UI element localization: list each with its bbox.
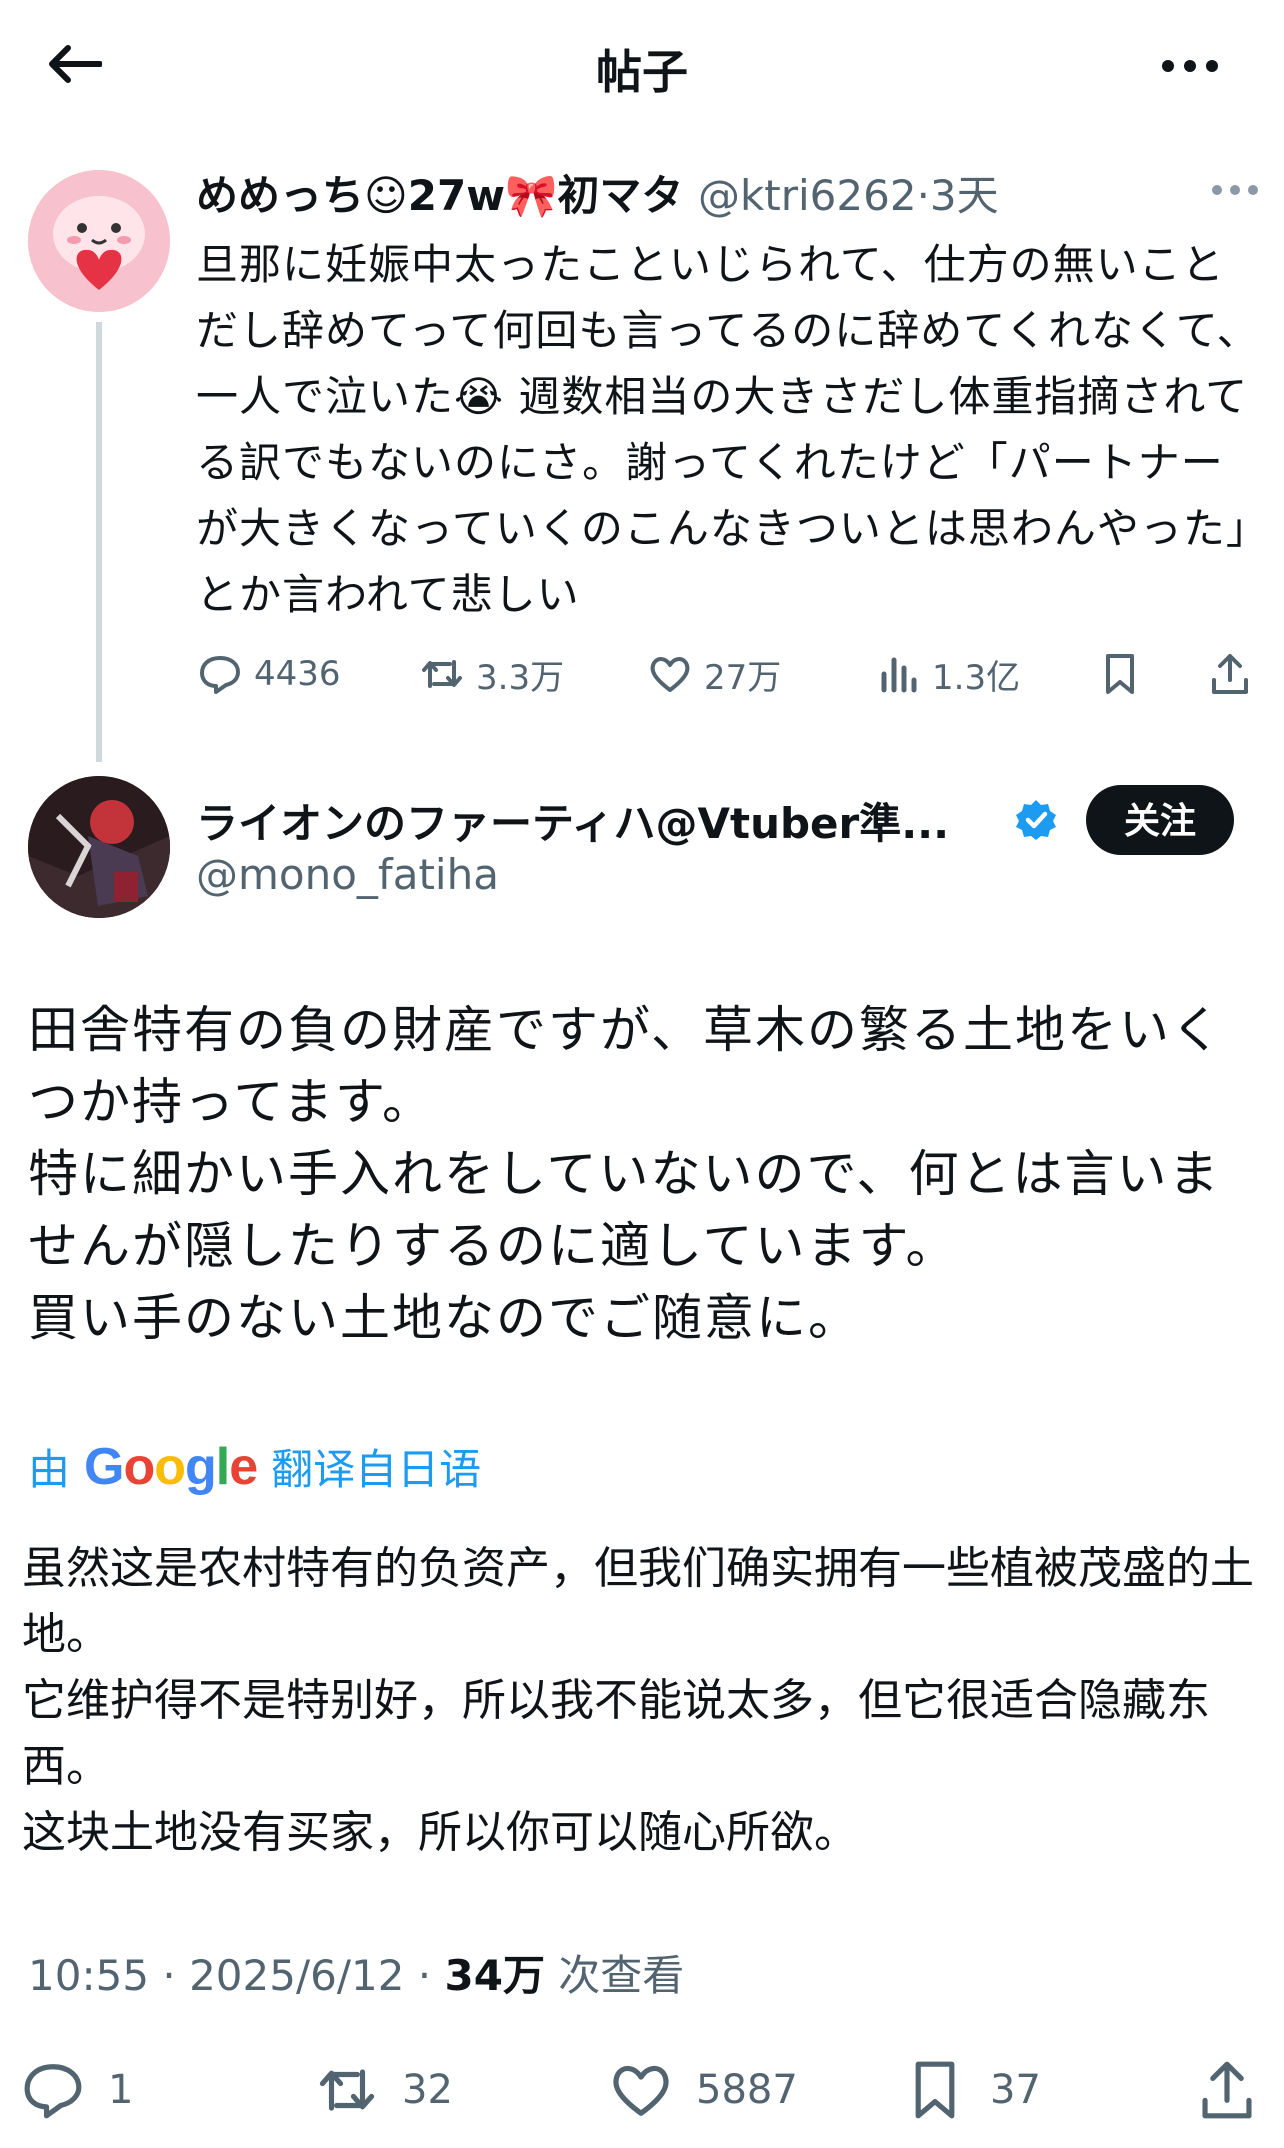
verified-icon [1016, 800, 1056, 840]
retweet-count: 3.3万 [476, 657, 565, 698]
translation-attribution[interactable]: 由 Google 翻译自日语 [28, 1436, 481, 1497]
like-count: 27万 [704, 657, 782, 698]
bookmark-icon [915, 2061, 955, 2119]
avatar[interactable] [28, 776, 170, 918]
reply-icon [200, 656, 240, 694]
tweet-more-button[interactable] [1210, 180, 1260, 200]
translated-text: 虽然这是农村特有的负资产，但我们确实拥有一些植被茂盛的土地。 它维护得不是特别好… [22, 1543, 1254, 1858]
retweet-count: 32 [402, 2067, 453, 2113]
views-count: 1.3亿 [932, 657, 1021, 698]
reply-count: 1 [108, 2067, 134, 2113]
author-handle[interactable]: @mono_fatiha [196, 850, 499, 899]
bookmark-count: 37 [990, 2067, 1041, 2113]
bookmark-button[interactable]: 37 [904, 2050, 1041, 2130]
thread-line [96, 322, 102, 762]
avatar-illustration [28, 776, 170, 918]
more-icon [1162, 60, 1218, 72]
view-label: 次查看 [544, 1951, 685, 2000]
avatar-illustration [28, 170, 170, 312]
like-count: 5887 [696, 2067, 798, 2113]
display-name[interactable]: ライオンのファーティハ@Vtuber準... [196, 790, 949, 851]
tweet-text: 田舎特有の負の財産ですが、草木の繁る土地をいくつか持ってます。 特に細かい手入れ… [28, 1001, 1223, 1347]
bookmark-button[interactable] [1096, 644, 1154, 704]
retweet-button[interactable]: 3.3万 [418, 644, 564, 704]
page-title: 帖子 [596, 45, 688, 99]
post-timestamp[interactable]: 10:55 · 2025/6/12 · [28, 1951, 445, 2000]
retweet-icon [422, 660, 462, 688]
tweet-meta: 10:55 · 2025/6/12 · 34万 次查看 [28, 1942, 684, 2003]
share-button[interactable] [1196, 2050, 1282, 2130]
verified-badge [1014, 798, 1058, 842]
reply-icon [24, 2064, 82, 2119]
follow-button[interactable]: 关注 [1086, 785, 1234, 855]
share-button[interactable] [1206, 644, 1264, 704]
view-count: 34万 [444, 1951, 545, 2000]
retweet-icon [319, 2069, 375, 2111]
google-logo: Google [84, 1437, 258, 1496]
like-button[interactable]: 27万 [646, 644, 781, 704]
bookmark-icon [1106, 654, 1134, 694]
author-handle[interactable]: @ktri6262 [698, 171, 917, 220]
views-button[interactable]: 1.3亿 [874, 644, 1020, 704]
tweet-text: 旦那に妊娠中太ったこといじられて、仕方の無いことだし辞めてって何回も言ってるのに… [196, 240, 1260, 619]
share-icon [1202, 2061, 1252, 2119]
translate-prefix: 由 [28, 1445, 71, 1494]
author-line: めめっち☺27w🎀初マタ @ktri6262·3天 [196, 162, 999, 223]
more-icon [1212, 185, 1258, 195]
display-name[interactable]: めめっち☺27w🎀初マタ [196, 171, 683, 220]
translate-suffix: 翻译自日语 [271, 1445, 482, 1494]
retweet-button[interactable]: 32 [316, 2050, 453, 2130]
more-options-button[interactable] [1160, 54, 1220, 78]
heart-icon [650, 657, 690, 692]
tweet-time: ·3天 [916, 171, 999, 220]
views-chart-icon [881, 657, 917, 693]
share-icon [1212, 654, 1248, 694]
like-button[interactable]: 5887 [610, 2050, 798, 2130]
reply-button[interactable]: 4436 [196, 644, 341, 704]
heart-icon [613, 2065, 669, 2116]
avatar[interactable] [28, 170, 170, 312]
reply-count: 4436 [254, 654, 341, 694]
reply-button[interactable]: 1 [22, 2050, 133, 2130]
